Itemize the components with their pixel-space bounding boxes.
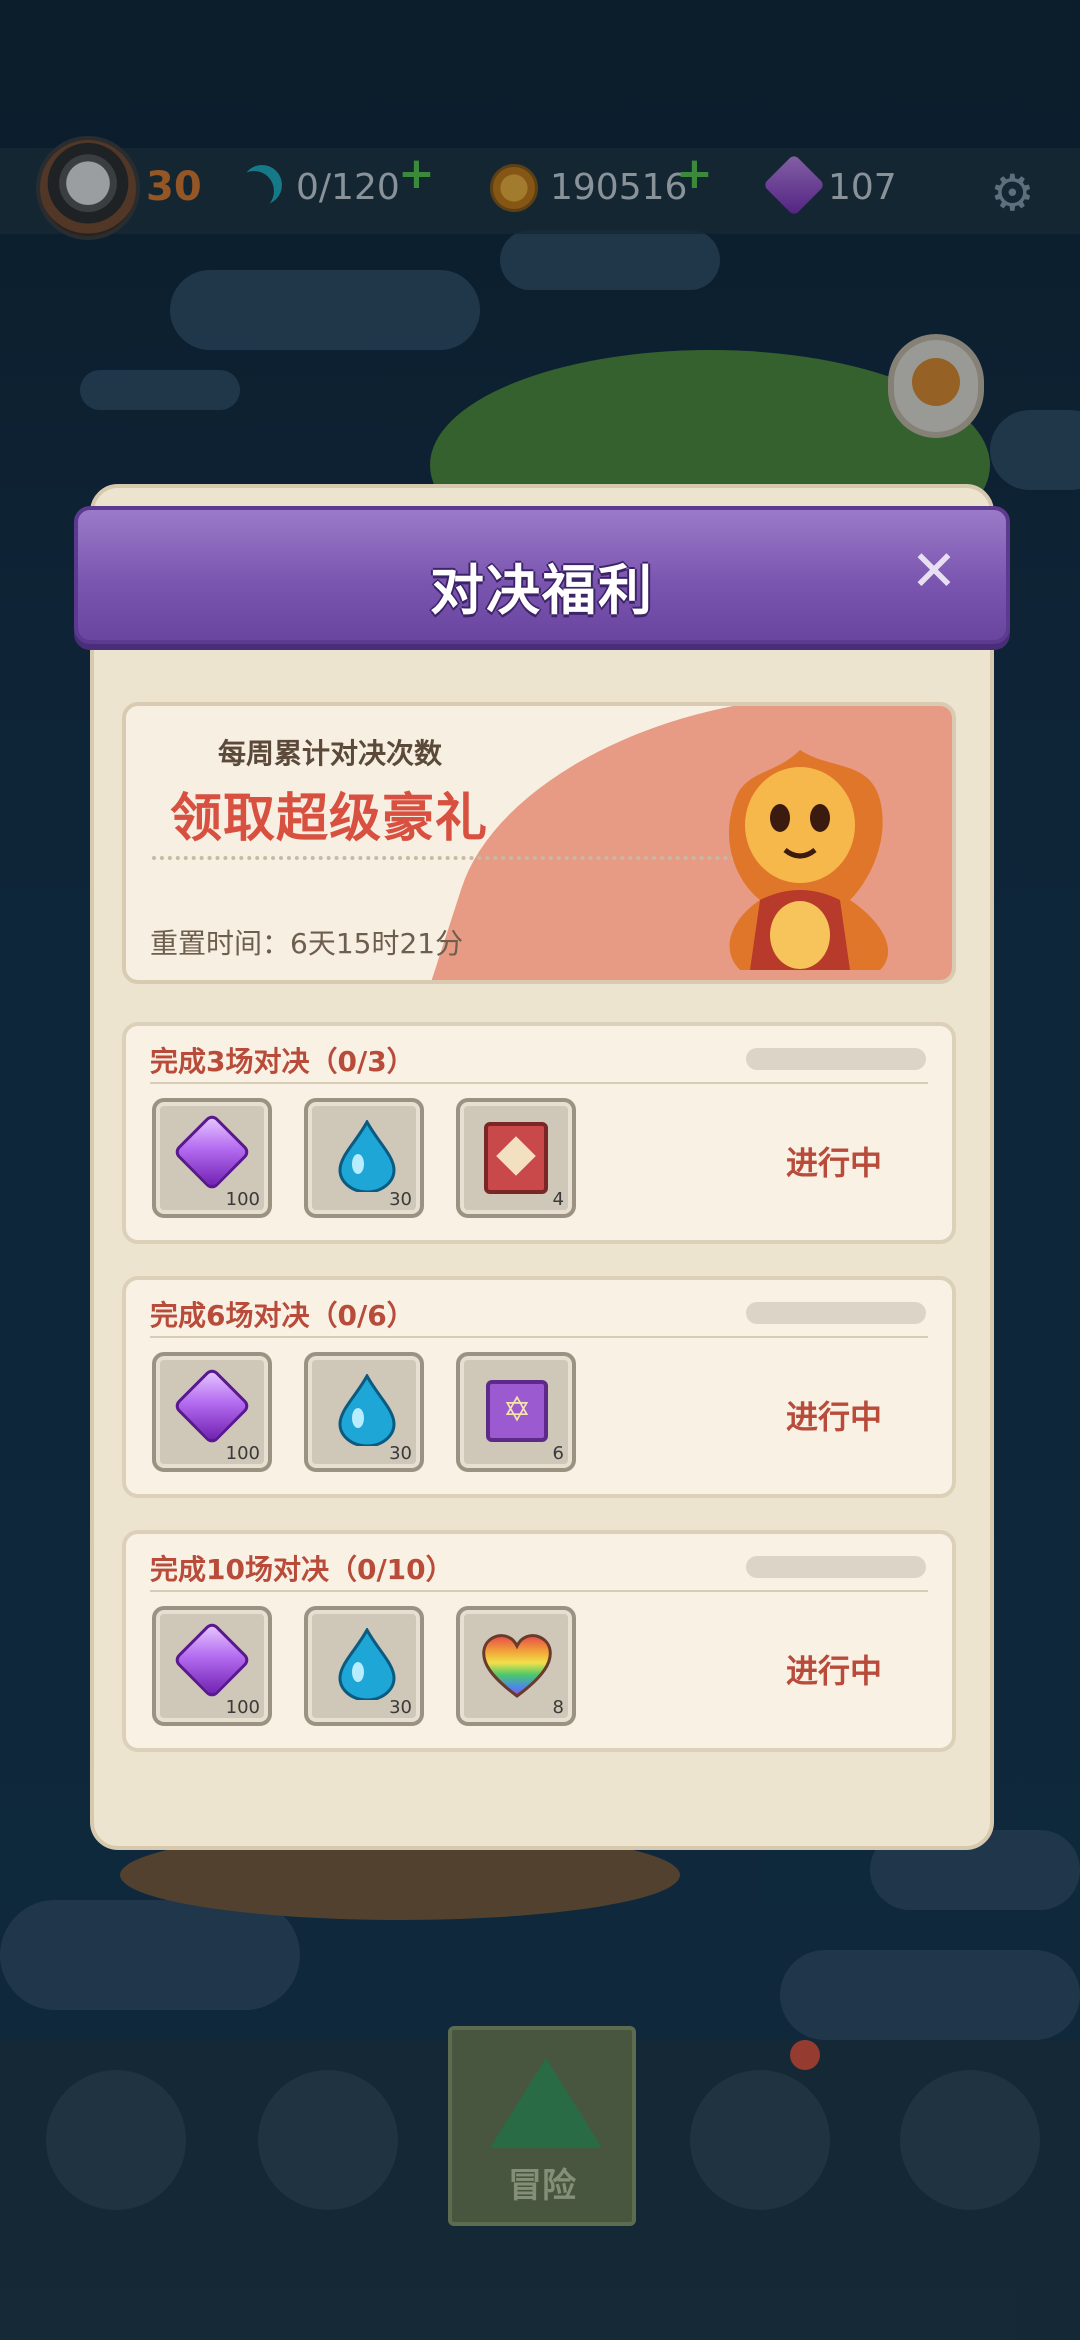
- reward-slot[interactable]: 30: [304, 1606, 424, 1726]
- water-drop-icon: [338, 1120, 396, 1192]
- task-title: 完成6场对决（0/6）: [150, 1299, 415, 1332]
- rainbow-heart-icon: [482, 1634, 552, 1698]
- banner-subtitle: 每周累计对决次数: [218, 737, 443, 770]
- reward-slot[interactable]: 100: [152, 1352, 272, 1472]
- reward-slot[interactable]: ✡ 6: [456, 1352, 576, 1472]
- star-card-icon: ✡: [486, 1380, 548, 1442]
- water-drop-icon: [338, 1374, 396, 1446]
- reward-quantity: 30: [389, 1189, 412, 1210]
- banner-headline: 领取超级豪礼: [170, 789, 489, 849]
- divider: [150, 1590, 928, 1592]
- reward-quantity: 30: [389, 1443, 412, 1464]
- reward-quantity: 30: [389, 1697, 412, 1718]
- purple-gem-icon: [172, 1366, 252, 1446]
- task-title: 完成10场对决（0/10）: [150, 1553, 454, 1586]
- reward-slot[interactable]: 30: [304, 1352, 424, 1472]
- task-card: 完成10场对决（0/10） 100 30 8 进行中: [122, 1530, 956, 1752]
- modal-title: 对决福利: [430, 559, 654, 622]
- task-progress-bar: [746, 1556, 926, 1578]
- reward-quantity: 6: [552, 1443, 564, 1464]
- reward-quantity: 4: [552, 1189, 564, 1210]
- reward-quantity: 8: [552, 1697, 564, 1718]
- task-progress-bar: [746, 1302, 926, 1324]
- divider: [150, 1336, 928, 1338]
- reset-timer: 重置时间：6天15时21分: [150, 927, 464, 960]
- purple-gem-icon: [172, 1620, 252, 1700]
- reward-slot[interactable]: 8: [456, 1606, 576, 1726]
- fire-spirit-mascot: [729, 750, 889, 970]
- reward-slot[interactable]: 4: [456, 1098, 576, 1218]
- reward-slot[interactable]: 100: [152, 1098, 272, 1218]
- divider: [150, 1082, 928, 1084]
- red-book-icon: [484, 1122, 548, 1194]
- task-card: 完成6场对决（0/6） 100 30 ✡ 6 进行中: [122, 1276, 956, 1498]
- close-button[interactable]: ✕: [902, 540, 966, 604]
- task-progress-bar: [746, 1048, 926, 1070]
- reward-slot[interactable]: 30: [304, 1098, 424, 1218]
- reward-quantity: 100: [225, 1189, 260, 1210]
- task-status[interactable]: 进行中: [786, 1392, 882, 1438]
- task-status[interactable]: 进行中: [786, 1138, 882, 1184]
- water-drop-icon: [338, 1628, 396, 1700]
- task-title: 完成3场对决（0/3）: [150, 1045, 415, 1078]
- reward-slot[interactable]: 100: [152, 1606, 272, 1726]
- modal-header: 对决福利 ✕: [74, 506, 1010, 644]
- task-status[interactable]: 进行中: [786, 1646, 882, 1692]
- reward-quantity: 100: [225, 1697, 260, 1718]
- reward-quantity: 100: [225, 1443, 260, 1464]
- task-card: 完成3场对决（0/3） 100 30 4 进行中: [122, 1022, 956, 1244]
- purple-gem-icon: [172, 1112, 252, 1192]
- banner-divider: [152, 856, 752, 860]
